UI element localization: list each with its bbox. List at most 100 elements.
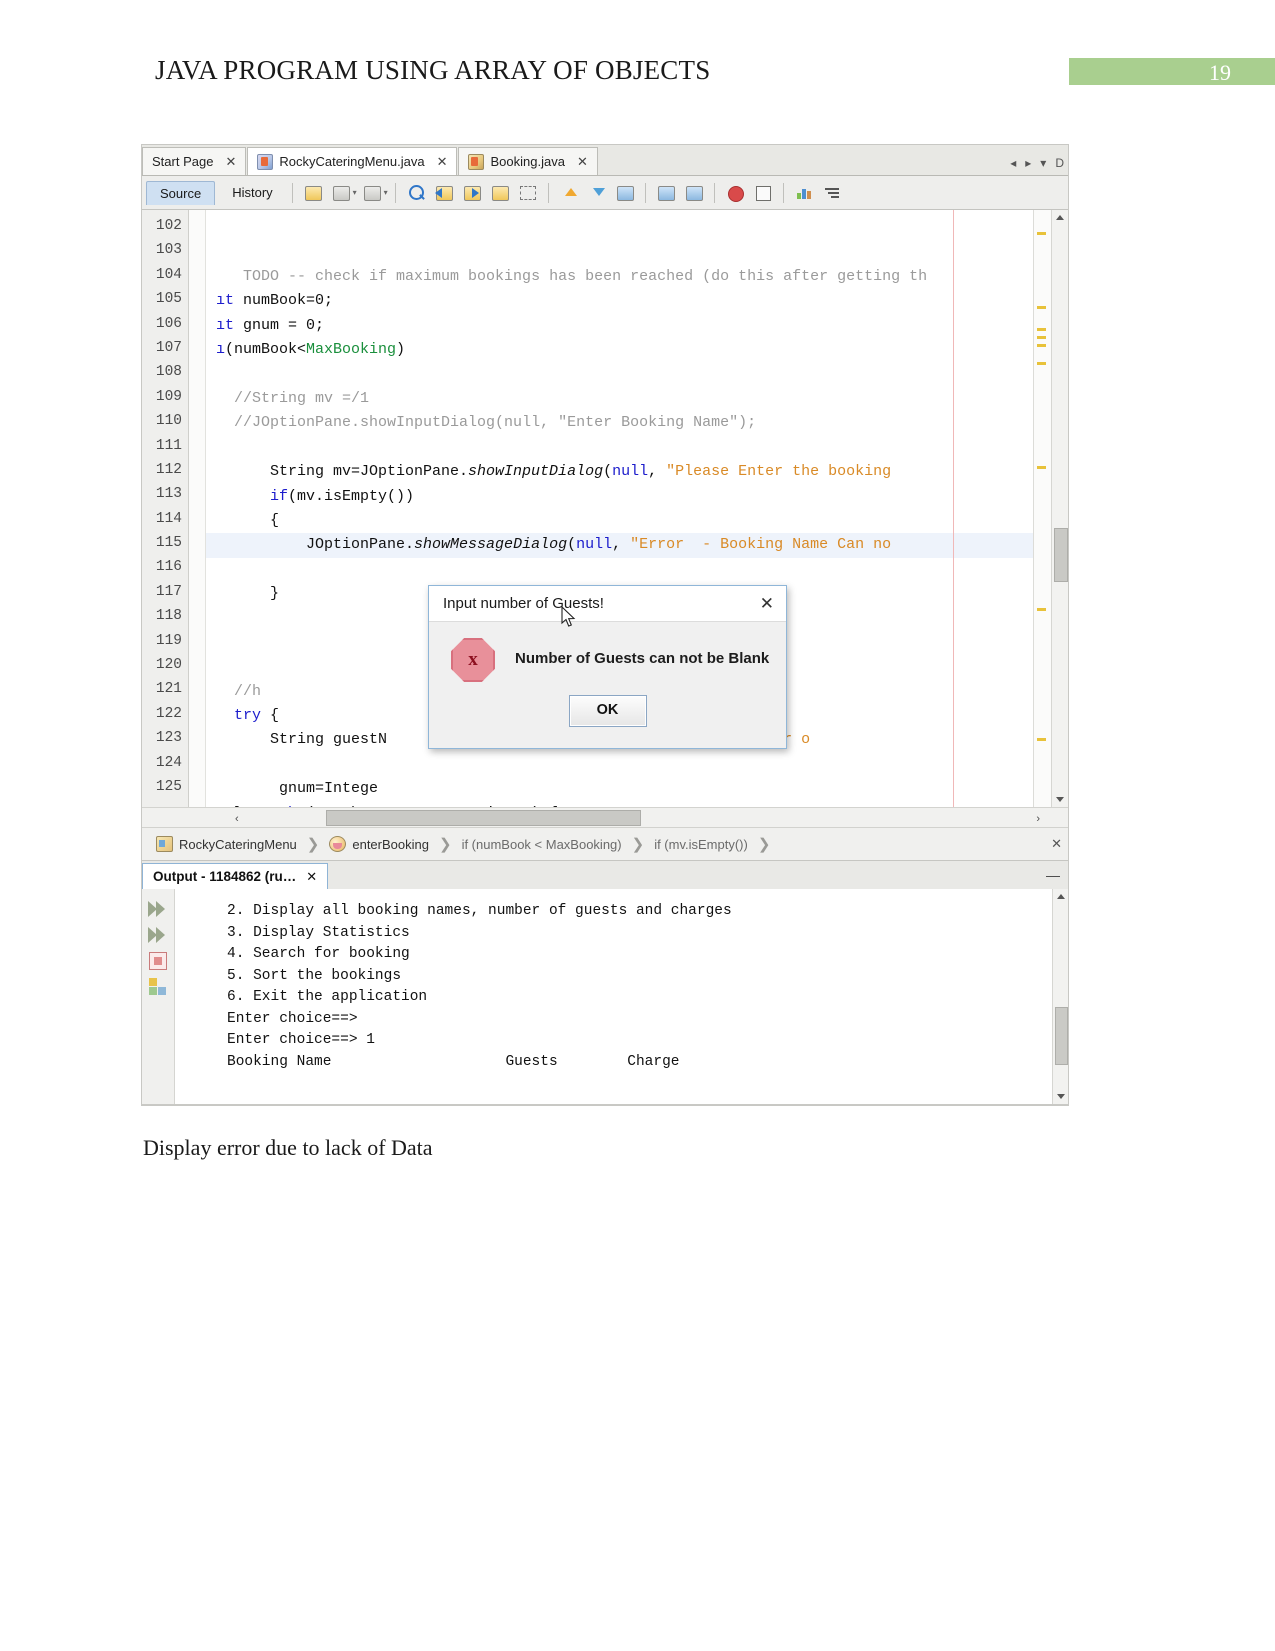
shift-left-icon[interactable] — [654, 182, 678, 204]
mouse-cursor-icon — [561, 606, 576, 627]
toggle-breakpoint-icon[interactable] — [723, 182, 747, 204]
undo-icon[interactable] — [329, 182, 353, 204]
annotation-strip[interactable] — [1033, 210, 1051, 807]
stop-process-icon[interactable] — [146, 949, 170, 973]
line-number: 121 — [155, 681, 182, 698]
console-text[interactable]: 2. Display all booking names, number of … — [175, 889, 1052, 1104]
error-icon-letter: x — [468, 649, 478, 670]
console-line: Booking Name Guests Charge — [227, 1053, 680, 1070]
line-number-gutter: 102 103 104 105 106 107 108 109 110 111 112 113 114 1… — [142, 210, 189, 807]
dialog-title-bar: Input number of Guests! ✕ — [429, 586, 786, 622]
shift-down-icon[interactable] — [585, 182, 609, 204]
filter-output-icon[interactable] — [146, 975, 170, 999]
document-header: JAVA PROGRAM USING ARRAY OF OBJECTS 19 — [0, 0, 1275, 110]
code-line[interactable]: JOptionPane.showMessageDialog(null, "Err… — [206, 533, 1033, 558]
breadcrumb-item-if-isempty[interactable]: if (mv.isEmpty()) — [650, 837, 752, 852]
code-line[interactable]: { — [206, 509, 1033, 533]
stop-icon[interactable] — [751, 182, 775, 204]
comment-icon[interactable] — [613, 182, 637, 204]
scroll-right-icon[interactable]: › — [1036, 813, 1040, 825]
page-title: JAVA PROGRAM USING ARRAY OF OBJECTS — [155, 55, 711, 85]
format-icon[interactable] — [820, 182, 844, 204]
rerun-alt-icon[interactable] — [146, 923, 170, 947]
page-number-badge: 19 — [1069, 58, 1275, 85]
code-line[interactable]: if(mv.isEmpty()) — [206, 485, 1033, 509]
code-line[interactable]: TODO -- check if maximum bookings has be… — [206, 265, 1033, 289]
breadcrumb-item-method[interactable]: enterBooking — [325, 836, 433, 852]
editor-horizontal-scrollbar[interactable]: ‹ › — [142, 807, 1068, 827]
chevron-right-icon: ❯ — [757, 836, 771, 853]
tab-label: Start Page — [152, 154, 214, 169]
code-line[interactable]: ıt gnum = 0; — [206, 314, 1033, 338]
editor-vertical-scrollbar[interactable] — [1051, 210, 1068, 807]
line-number: 116 — [155, 559, 182, 576]
scroll-right-icon[interactable]: ▸ — [1025, 156, 1031, 170]
scroll-down-icon[interactable] — [1056, 797, 1064, 802]
ok-button[interactable]: OK — [568, 695, 647, 727]
line-number: 107 — [155, 339, 182, 356]
scrollbar-thumb[interactable] — [1054, 528, 1068, 582]
close-icon[interactable]: ✕ — [225, 154, 236, 170]
close-icon[interactable]: ✕ — [760, 595, 774, 612]
chevron-down-icon[interactable]: ▾ — [353, 188, 357, 197]
tab-strip-controls: ◂ ▸ ▾ D — [1010, 156, 1064, 170]
find-next-icon[interactable] — [460, 182, 484, 204]
close-icon[interactable]: ✕ — [306, 869, 317, 885]
toolbar-divider — [291, 182, 293, 203]
tab-history[interactable]: History — [219, 181, 285, 205]
close-icon[interactable]: ✕ — [577, 154, 588, 170]
code-line[interactable] — [206, 436, 1033, 460]
console-vertical-scrollbar[interactable] — [1052, 889, 1068, 1104]
code-line[interactable]: String mv=JOptionPane.showInputDialog(nu… — [206, 460, 1033, 484]
scroll-left-icon[interactable]: ◂ — [1010, 156, 1016, 170]
dialog-title: Input number of Guests! — [443, 595, 604, 612]
breadcrumb-item-class[interactable]: RockyCateringMenu — [152, 836, 301, 852]
output-console[interactable]: 2. Display all booking names, number of … — [142, 889, 1068, 1104]
toggle-highlight-icon[interactable] — [488, 182, 512, 204]
line-number: 114 — [155, 510, 182, 527]
scrollbar-thumb[interactable] — [1055, 1007, 1068, 1065]
code-line[interactable] — [206, 753, 1033, 777]
chevron-down-icon[interactable]: ▾ — [1040, 156, 1046, 170]
close-icon[interactable]: ✕ — [1051, 836, 1062, 852]
tab-start-page[interactable]: Start Page ✕ — [142, 147, 247, 175]
scroll-up-icon[interactable] — [1057, 894, 1065, 899]
line-number: 118 — [155, 608, 182, 625]
find-icon[interactable] — [404, 182, 428, 204]
output-tab-label: Output - 1184862 (ru… — [153, 869, 297, 884]
tab-output[interactable]: Output - 1184862 (ru… ✕ — [142, 863, 329, 889]
rerun-icon[interactable] — [146, 897, 170, 921]
code-line[interactable]: //String mv =/1 — [206, 387, 1033, 411]
shift-up-icon[interactable] — [557, 182, 581, 204]
find-previous-icon[interactable] — [432, 182, 456, 204]
code-line[interactable] — [206, 363, 1033, 387]
scroll-left-icon[interactable]: ‹ — [235, 813, 239, 825]
code-line[interactable] — [206, 558, 1033, 582]
line-number: 109 — [155, 388, 182, 405]
tab-label: Booking.java — [490, 154, 565, 169]
code-fold-column[interactable] — [189, 210, 206, 807]
code-line[interactable]: ıt numBook=0; — [206, 289, 1033, 313]
chevron-down-icon[interactable]: ▾ — [384, 188, 388, 197]
inspect-members-icon[interactable] — [792, 182, 816, 204]
refactor-icon[interactable] — [301, 182, 325, 204]
tab-booking-java[interactable]: Booking.java ✕ — [458, 147, 598, 175]
scrollbar-thumb[interactable] — [326, 810, 641, 826]
line-number: 117 — [155, 583, 182, 600]
tab-rockycateringmenu-java[interactable]: RockyCateringMenu.java ✕ — [247, 147, 458, 175]
minimize-icon[interactable]: — — [1046, 867, 1060, 883]
code-line[interactable]: gnum=Intege — [206, 777, 1033, 801]
code-line[interactable]: ı(numBook<MaxBooking) — [206, 338, 1033, 362]
redo-icon[interactable] — [360, 182, 384, 204]
tab-source[interactable]: Source — [146, 180, 216, 205]
scroll-down-icon[interactable] — [1057, 1094, 1065, 1099]
close-icon[interactable]: ✕ — [437, 154, 448, 170]
error-dialog[interactable]: Input number of Guests! ✕ x Number of Gu… — [428, 585, 787, 749]
code-line[interactable]: //JOptionPane.showInputDialog(null, "Ent… — [206, 411, 1033, 435]
breadcrumb-item-if-numbook[interactable]: if (numBook < MaxBooking) — [458, 837, 626, 852]
select-icon[interactable] — [516, 182, 540, 204]
scroll-up-icon[interactable] — [1056, 215, 1064, 220]
shift-right-icon[interactable] — [682, 182, 706, 204]
toolbar-divider — [644, 182, 646, 203]
breadcrumb-label: RockyCateringMenu — [179, 836, 297, 852]
